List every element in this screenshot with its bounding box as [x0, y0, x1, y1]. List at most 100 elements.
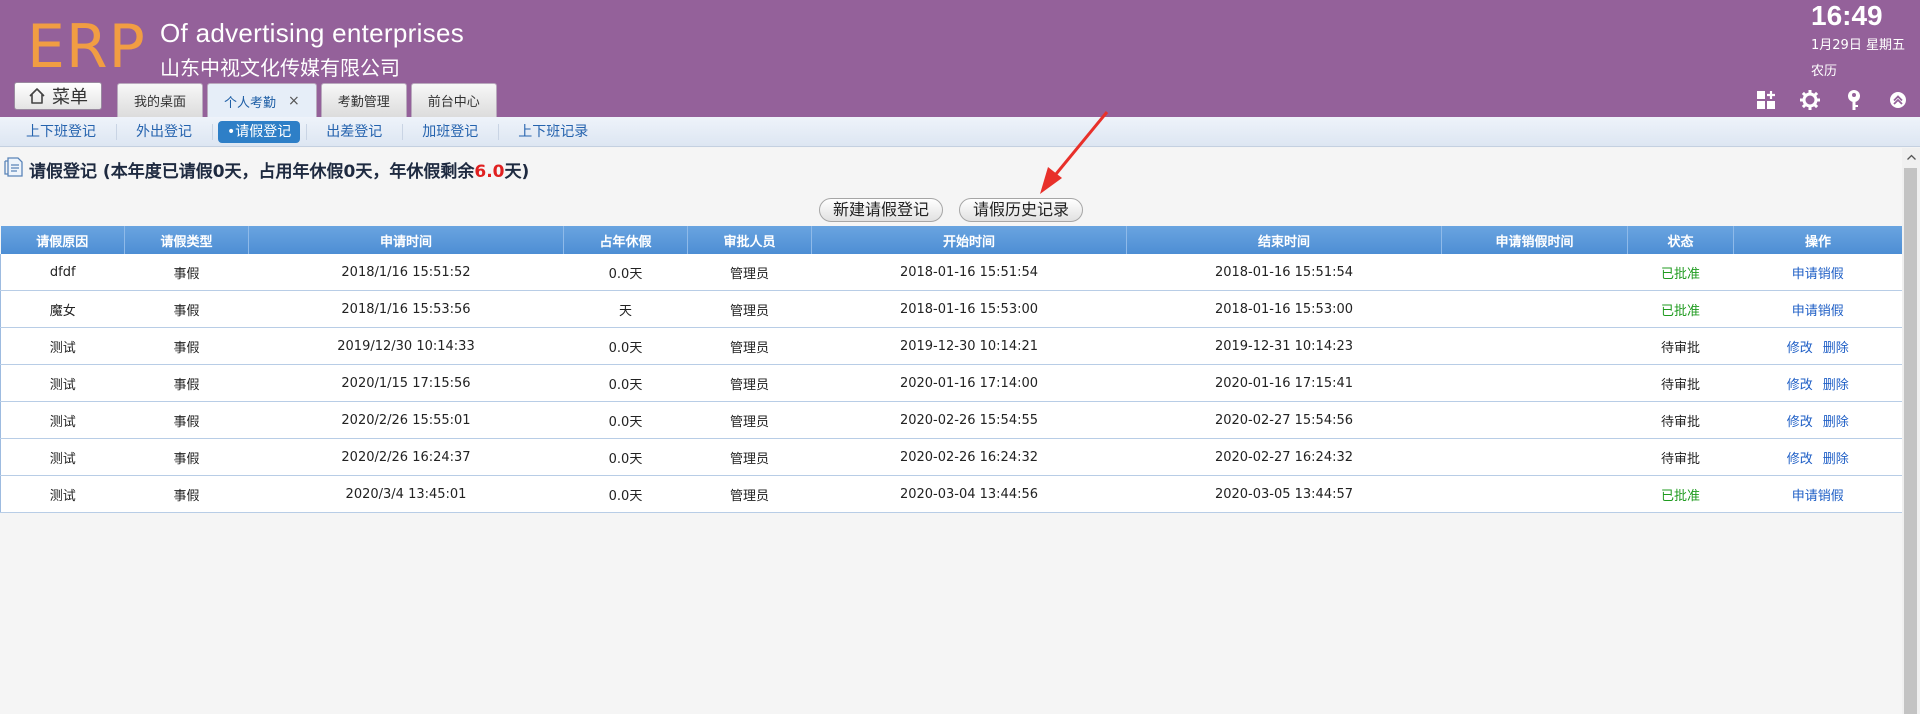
table-row: 测试 事假 2020/2/26 15:55:01 0.0天 管理员 2020-02-26 …: [0, 401, 1903, 439]
edit-link[interactable]: 修改: [1787, 378, 1813, 393]
subnav-attendance-records[interactable]: 上下班记录: [504, 121, 602, 143]
cancel-leave-link[interactable]: 申请销假: [1792, 304, 1844, 319]
cell-type: 事假: [124, 475, 249, 513]
cell-annual: 天: [563, 290, 688, 328]
home-icon: [28, 87, 46, 105]
app-header: ERP Of advertising enterprises 山东中视文化传媒有…: [0, 0, 1920, 118]
cell-operations: 修改 删除: [1733, 401, 1903, 439]
sub-navigation: 上下班登记 外出登记 •请假登记 出差登记 加班登记 上下班记录: [0, 117, 1920, 147]
cell-reason: 测试: [0, 401, 125, 439]
cell-reason: 测试: [0, 364, 125, 402]
status-badge: 待审批: [1627, 327, 1734, 365]
document-icon: [3, 156, 25, 183]
cell-start: 2020-03-04 13:44:56: [811, 475, 1127, 513]
menu-button[interactable]: 菜单: [14, 82, 102, 110]
cancel-leave-link[interactable]: 申请销假: [1792, 489, 1844, 504]
subnav-out-registration[interactable]: 外出登记: [122, 121, 213, 143]
main-content: 请假登记 (本年度已请假0天，占用年休假0天，年休假剩余6.0天) 新建请假登记…: [0, 148, 1903, 714]
cell-operations: 申请销假: [1733, 290, 1903, 328]
column-header: 操作: [1733, 226, 1903, 254]
column-header: 请假原因: [0, 226, 125, 254]
edit-link[interactable]: 修改: [1787, 415, 1813, 430]
delete-link[interactable]: 删除: [1823, 452, 1849, 467]
cell-reason: 测试: [0, 475, 125, 513]
cell-start: 2020-01-16 17:14:00: [811, 364, 1127, 402]
table-row: 测试 事假 2019/12/30 10:14:33 0.0天 管理员 2019-12-30…: [0, 327, 1903, 365]
cell-apply: 2018/1/16 15:53:56: [248, 290, 564, 328]
new-leave-button[interactable]: 新建请假登记: [819, 198, 944, 222]
cell-apply: 2020/2/26 15:55:01: [248, 401, 564, 439]
cell-cancel-time: [1441, 364, 1628, 402]
delete-link[interactable]: 删除: [1823, 415, 1849, 430]
leave-history-button[interactable]: 请假历史记录: [959, 198, 1084, 222]
page-title: 请假登记 (本年度已请假0天，占用年休假0天，年休假剩余6.0天): [3, 156, 529, 183]
column-header: 申请销假时间: [1441, 226, 1628, 254]
table-body: dfdf 事假 2018/1/16 15:51:52 0.0天 管理员 2018-01-1…: [0, 254, 1903, 513]
cell-cancel-time: [1441, 438, 1628, 476]
tab-personal-attendance[interactable]: 个人考勤 ×: [207, 83, 317, 118]
scroll-up-icon[interactable]: [1902, 148, 1920, 165]
key-icon[interactable]: [1842, 88, 1866, 112]
delete-link[interactable]: 删除: [1823, 378, 1849, 393]
cell-end: 2020-01-16 17:15:41: [1126, 364, 1442, 402]
cell-start: 2020-02-26 15:54:55: [811, 401, 1127, 439]
delete-link[interactable]: 删除: [1823, 341, 1849, 356]
cell-operations: 申请销假: [1733, 254, 1903, 291]
cell-end: 2020-02-27 16:24:32: [1126, 438, 1442, 476]
edit-link[interactable]: 修改: [1787, 341, 1813, 356]
tab-label: 我的桌面: [134, 95, 187, 110]
subnav-business-trip[interactable]: 出差登记: [312, 121, 404, 143]
subnav-overtime[interactable]: 加班登记: [408, 121, 500, 143]
cell-cancel-time: [1441, 401, 1628, 439]
table-row: 测试 事假 2020/2/26 16:24:37 0.0天 管理员 2020-02-26 …: [0, 438, 1903, 476]
cell-type: 事假: [124, 290, 249, 328]
column-header: 申请时间: [248, 226, 564, 254]
column-header: 开始时间: [811, 226, 1127, 254]
subnav-leave-registration[interactable]: •请假登记: [218, 120, 308, 143]
subnav-clock-in-out[interactable]: 上下班登记: [12, 121, 117, 143]
tab-label: 考勤管理: [337, 95, 390, 110]
scroll-thumb[interactable]: [1904, 168, 1917, 714]
cell-operations: 修改 删除: [1733, 327, 1903, 365]
cell-annual: 0.0天: [563, 254, 688, 291]
cell-annual: 0.0天: [563, 401, 688, 439]
cancel-leave-link[interactable]: 申请销假: [1792, 267, 1844, 282]
tab-label: 个人考勤: [224, 95, 277, 111]
cell-start: 2019-12-30 10:14:21: [811, 327, 1127, 365]
cell-annual: 0.0天: [563, 364, 688, 402]
lunar-calendar-link[interactable]: 农历: [1811, 60, 1837, 79]
cell-apply: 2020/3/4 13:45:01: [248, 475, 564, 513]
table-row: dfdf 事假 2018/1/16 15:51:52 0.0天 管理员 2018-01-1…: [0, 254, 1903, 291]
cell-apply: 2020/2/26 16:24:37: [248, 438, 564, 476]
annual-leave-remaining: 6.0: [474, 162, 505, 182]
table-header-row: 请假原因 请假类型 申请时间 占年休假 审批人员 开始时间 结束时间 申请销假时间 状态 操作: [0, 226, 1903, 254]
cell-approver: 管理员: [687, 254, 812, 291]
close-icon[interactable]: ×: [288, 94, 300, 108]
cell-start: 2020-02-26 16:24:32: [811, 438, 1127, 476]
gear-icon[interactable]: [1798, 88, 1822, 112]
header-tabs: 我的桌面 个人考勤 × 考勤管理 前台中心: [117, 83, 497, 118]
edit-link[interactable]: 修改: [1787, 452, 1813, 467]
cell-approver: 管理员: [687, 327, 812, 365]
leave-table-container: 请假原因 请假类型 申请时间 占年休假 审批人员 开始时间 结束时间 申请销假时间 状态 操作 d…: [0, 226, 1903, 513]
grid-add-icon[interactable]: [1754, 88, 1778, 112]
cell-end: 2020-02-27 15:54:56: [1126, 401, 1442, 439]
menu-label: 菜单: [52, 87, 88, 108]
tab-attendance-management[interactable]: 考勤管理: [320, 83, 407, 117]
cell-type: 事假: [124, 438, 249, 476]
leave-table: 请假原因 请假类型 申请时间 占年休假 审批人员 开始时间 结束时间 申请销假时间 状态 操作 d…: [0, 226, 1903, 513]
tab-front-desk[interactable]: 前台中心: [410, 83, 497, 117]
status-badge: 已批准: [1627, 475, 1734, 513]
column-header: 审批人员: [687, 226, 812, 254]
tab-my-desktop[interactable]: 我的桌面: [117, 83, 204, 117]
clock-date: 1月29日 星期五: [1811, 38, 1905, 53]
vertical-scrollbar[interactable]: [1902, 148, 1920, 714]
column-header: 请假类型: [124, 226, 249, 254]
cell-end: 2020-03-05 13:44:57: [1126, 475, 1442, 513]
cell-apply: 2019/12/30 10:14:33: [248, 327, 564, 365]
collapse-up-icon[interactable]: [1886, 88, 1910, 112]
table-row: 测试 事假 2020/1/15 17:15:56 0.0天 管理员 2020-01-16 …: [0, 364, 1903, 402]
status-badge: 待审批: [1627, 401, 1734, 439]
column-header: 占年休假: [563, 226, 688, 254]
cell-end: 2019-12-31 10:14:23: [1126, 327, 1442, 365]
